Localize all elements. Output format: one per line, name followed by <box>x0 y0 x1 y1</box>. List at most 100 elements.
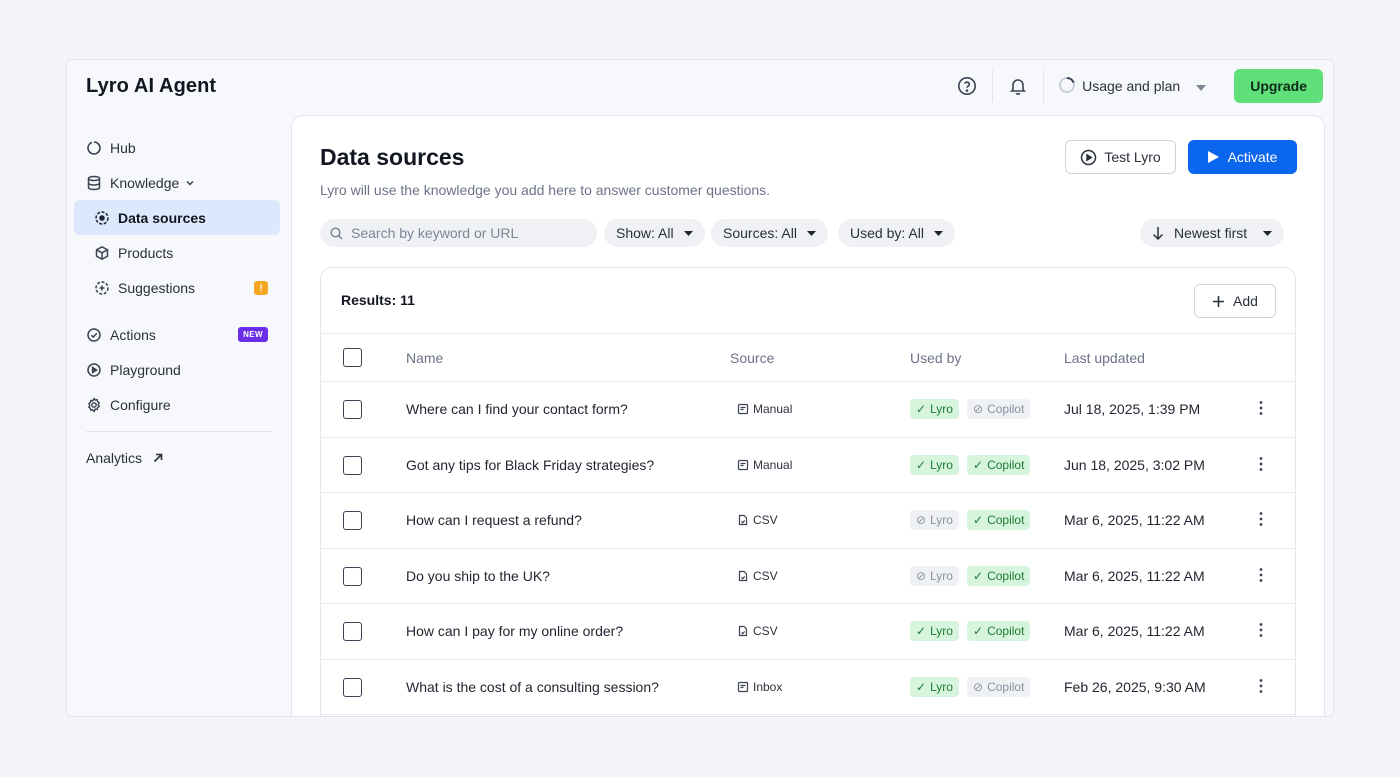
row-checkbox[interactable] <box>343 622 362 641</box>
tag-label: Copilot <box>987 457 1025 472</box>
more-vertical-icon[interactable] <box>1259 456 1263 477</box>
caret-down-icon <box>1196 78 1207 94</box>
topbar-actions: Usage and plan Upgrade <box>950 69 1323 103</box>
lyro-tag: ✓ Lyro <box>910 399 959 419</box>
check-icon: ✓ <box>973 624 984 638</box>
sidebar-item-data-sources[interactable]: Data sources <box>74 200 280 235</box>
row-updated: Jun 18, 2025, 3:02 PM <box>1064 456 1205 473</box>
manual-source-icon <box>737 403 749 415</box>
tag-label: Copilot <box>987 402 1025 416</box>
data-sources-icon <box>94 210 110 226</box>
add-button[interactable]: Add <box>1194 284 1276 318</box>
row-name: Where can I find your contact form? <box>406 401 628 417</box>
tag-label: Copilot <box>987 624 1025 638</box>
column-used-by[interactable]: Used by <box>910 350 961 366</box>
table-row[interactable]: Do you ship to the UK? CSV ⊘ Lyro ✓ Copilo… <box>321 549 1295 604</box>
box-icon <box>94 245 110 261</box>
ban-icon: ⊘ <box>916 513 927 527</box>
row-checkbox[interactable] <box>343 400 362 419</box>
sidebar-item-suggestions[interactable]: Suggestions ! <box>74 270 280 305</box>
csv-file-icon <box>737 570 749 582</box>
table-row[interactable]: Where can I find your contact form? Manu… <box>321 382 1295 438</box>
upgrade-button[interactable]: Upgrade <box>1234 69 1323 103</box>
row-checkbox[interactable] <box>343 511 362 530</box>
play-circle-icon <box>86 362 102 378</box>
search-box <box>320 219 597 247</box>
sidebar-item-analytics[interactable]: Analytics <box>74 440 280 475</box>
row-source: Manual <box>737 402 792 416</box>
table-row[interactable]: How can I pay for my online order? CSV ✓… <box>321 604 1295 660</box>
sidebar-item-actions[interactable]: Actions NEW <box>74 317 280 352</box>
search-input[interactable] <box>351 225 581 241</box>
row-checkbox[interactable] <box>343 677 362 697</box>
sidebar-item-hub[interactable]: Hub <box>74 130 280 165</box>
arrow-up-right-icon <box>152 452 164 464</box>
sources-filter-dropdown[interactable]: Sources: All <box>711 219 828 247</box>
lyro-tag: ✓ Lyro <box>910 676 959 697</box>
row-source: CSV <box>737 513 778 527</box>
new-badge: NEW <box>238 327 268 342</box>
table-row[interactable]: How can I request a refund? CSV ⊘ Lyro ✓ C… <box>321 493 1295 549</box>
activate-button[interactable]: Activate <box>1188 140 1297 174</box>
check-icon: ✓ <box>916 624 927 638</box>
column-last-updated[interactable]: Last updated <box>1064 350 1145 366</box>
row-source: Manual <box>737 458 792 472</box>
row-source-label: CSV <box>753 624 778 638</box>
more-vertical-icon[interactable] <box>1259 567 1263 588</box>
help-circle-icon[interactable] <box>950 69 984 103</box>
sidebar-item-products[interactable]: Products <box>74 235 280 270</box>
row-updated: Jul 18, 2025, 1:39 PM <box>1064 401 1201 417</box>
row-source-label: CSV <box>753 568 778 583</box>
ban-icon: ⊘ <box>973 679 984 694</box>
more-vertical-icon[interactable] <box>1259 622 1263 643</box>
sidebar-item-configure[interactable]: Configure <box>74 387 280 422</box>
bell-icon[interactable] <box>1001 69 1035 103</box>
sidebar-item-playground[interactable]: Playground <box>74 352 280 387</box>
suggestions-badge: ! <box>254 281 268 295</box>
check-icon: ✓ <box>973 568 984 583</box>
copilot-tag: ✓ Copilot <box>967 454 1031 475</box>
used-by-filter-label: Used by: All <box>850 225 924 241</box>
table-row[interactable]: Got any tips for Black Friday strategies… <box>321 438 1295 493</box>
row-checkbox[interactable] <box>343 455 362 475</box>
hub-icon <box>86 140 102 156</box>
row-checkbox[interactable] <box>343 566 362 586</box>
sort-label: Newest first <box>1174 225 1248 241</box>
column-source[interactable]: Source <box>730 350 774 366</box>
sidebar-item-label: Actions <box>110 326 156 343</box>
sort-dropdown[interactable]: Newest first <box>1140 219 1285 247</box>
database-icon <box>86 175 102 191</box>
ban-icon: ⊘ <box>916 568 927 583</box>
check-icon: ✓ <box>916 679 927 694</box>
row-source-label: CSV <box>753 513 778 527</box>
row-name: Do you ship to the UK? <box>406 567 550 584</box>
row-source-label: Manual <box>753 457 793 472</box>
tag-label: Copilot <box>987 679 1025 694</box>
more-vertical-icon[interactable] <box>1259 678 1263 699</box>
usage-label: Usage and plan <box>1082 78 1181 94</box>
lyro-tag: ✓ Lyro <box>910 454 959 475</box>
check-icon: ✓ <box>973 513 984 527</box>
row-source: CSV <box>737 624 778 638</box>
used-by-filter-dropdown[interactable]: Used by: All <box>838 219 955 247</box>
app-window: Lyro AI Agent Usage and plan Upgrade Hub <box>66 59 1334 717</box>
topbar-divider <box>1043 70 1045 102</box>
table-row[interactable]: What is the cost of a consulting session… <box>321 660 1295 715</box>
sidebar-item-knowledge[interactable]: Knowledge <box>74 165 280 200</box>
show-filter-dropdown[interactable]: Show: All <box>604 219 705 247</box>
more-vertical-icon[interactable] <box>1259 400 1263 421</box>
row-source-label: Manual <box>753 402 793 416</box>
tag-label: Copilot <box>987 568 1025 583</box>
table-header-bar: Results: 11 Add <box>321 268 1295 334</box>
column-name[interactable]: Name <box>406 350 443 366</box>
arrow-down-icon <box>1152 226 1164 240</box>
sources-filter-label: Sources: All <box>723 225 797 241</box>
row-name: How can I request a refund? <box>406 512 582 528</box>
more-vertical-icon[interactable] <box>1259 511 1263 532</box>
row-updated: Mar 6, 2025, 11:22 AM <box>1064 512 1205 528</box>
test-lyro-button[interactable]: Test Lyro <box>1065 140 1176 174</box>
copilot-tag: ✓ Copilot <box>967 565 1031 586</box>
usage-and-plan-dropdown[interactable]: Usage and plan <box>1052 76 1212 97</box>
select-all-checkbox[interactable] <box>343 348 362 367</box>
check-icon: ✓ <box>916 457 927 472</box>
